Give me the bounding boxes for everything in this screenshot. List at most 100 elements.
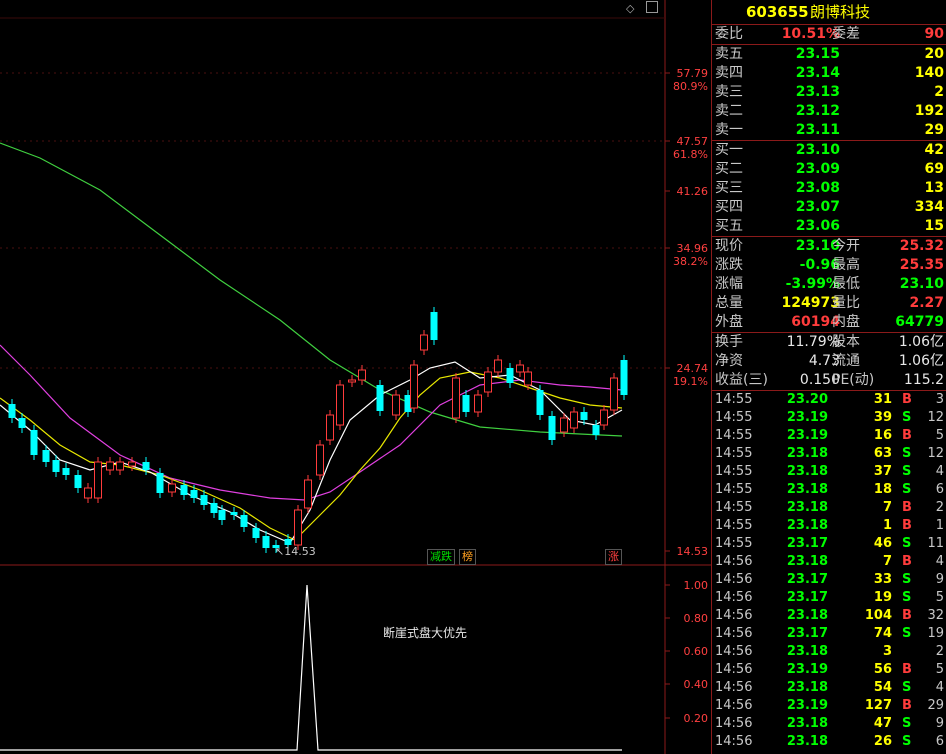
candle-body-up <box>524 371 532 386</box>
trade-count: 2 <box>935 500 944 515</box>
candle-body-up <box>474 394 482 413</box>
window-toggle-icon[interactable] <box>646 1 658 13</box>
trade-row: 14:56 23.18 54 S 4 <box>712 679 946 697</box>
trade-time: 14:55 <box>715 482 753 497</box>
trade-volume: 7 <box>882 500 892 515</box>
trade-side: S <box>902 572 912 587</box>
quote-label: 内盘 <box>832 314 860 330</box>
trade-side: B <box>902 608 912 623</box>
kline-chart[interactable]: 57.7980.9% 47.5761.8% 41.26 34.9638.2% 24.74… <box>0 0 711 754</box>
indicator-tick-label: 1.00 <box>684 579 709 592</box>
fundamental-label: 股本 <box>832 334 860 350</box>
fundamentals-block: 换手 11.79% 股本 1.06亿 净资 4.73 流通 1.06亿 收益(三) 0.150 PE… <box>712 332 946 390</box>
candle-body-up <box>116 461 124 471</box>
quote-value: 23.10 <box>899 276 944 292</box>
price-tick-label: 34.96 <box>677 242 709 255</box>
ask-volume: 192 <box>914 103 944 119</box>
trade-count: 12 <box>927 446 944 461</box>
fundamental-label: 换手 <box>715 334 743 350</box>
trade-volume: 46 <box>873 536 892 551</box>
bid-label: 买三 <box>715 180 743 196</box>
trade-time: 14:55 <box>715 392 753 407</box>
trade-count: 6 <box>935 734 944 749</box>
trade-ticker[interactable]: 14:55 23.20 31 B 3 14:55 23.19 39 S 12 14:55 23.19 1… <box>712 390 946 751</box>
fundamental-value: 1.06亿 <box>898 334 944 350</box>
candle-body-down <box>430 312 438 340</box>
candle-body-up <box>560 417 568 433</box>
trade-side: S <box>902 716 912 731</box>
candle-body-up <box>570 411 578 429</box>
indicator-tick-label: 0.80 <box>684 612 709 625</box>
trade-volume: 74 <box>873 626 892 641</box>
bid-book: 买一 23.10 42 买二 23.09 69 买三 23.08 13 买四 23.07 334… <box>712 140 946 236</box>
trade-time: 14:55 <box>715 464 753 479</box>
candle-body-down <box>548 416 556 440</box>
trade-time: 14:56 <box>715 734 753 749</box>
ask-price: 23.14 <box>795 65 840 81</box>
candle-body-down <box>42 450 50 462</box>
candle-body-up <box>128 461 136 467</box>
fundamental-value: 115.2 <box>903 372 944 388</box>
trade-time: 14:56 <box>715 590 753 605</box>
candle-body-up <box>392 394 400 416</box>
candle-body-up <box>600 409 608 426</box>
quote-block: 现价 23.10 今开 25.32 涨跌 -0.96 最高 25.35 涨幅 -3.99% 最低 23… <box>712 236 946 332</box>
candle-body-down <box>18 418 26 428</box>
trade-time: 14:56 <box>715 644 753 659</box>
trade-price: 23.18 <box>786 716 828 731</box>
quote-row: 总量 124973 量比 2.27 <box>712 294 946 313</box>
trade-price: 23.19 <box>786 428 828 443</box>
trade-row: 14:56 23.17 19 S 5 <box>712 589 946 607</box>
trade-row: 14:56 23.17 74 S 19 <box>712 625 946 643</box>
trade-time: 14:56 <box>715 680 753 695</box>
bid-price: 23.06 <box>795 218 840 234</box>
bid-label: 买二 <box>715 161 743 177</box>
candle-body-down <box>200 495 208 505</box>
trade-row: 14:56 23.18 104 B 32 <box>712 607 946 625</box>
ask-price: 23.15 <box>795 46 840 62</box>
trade-count: 11 <box>927 536 944 551</box>
quote-label: 量比 <box>832 295 860 311</box>
quote-label: 涨幅 <box>715 276 743 292</box>
trade-price: 23.19 <box>786 698 828 713</box>
candle-body-up <box>168 483 176 493</box>
trade-row: 14:55 23.18 7 B 2 <box>712 499 946 517</box>
trade-volume: 127 <box>864 698 892 713</box>
indicator-tick-label: 0.60 <box>684 645 709 658</box>
candle-body-down <box>8 404 16 418</box>
trade-side: S <box>902 590 912 605</box>
quote-label: 总量 <box>715 295 743 311</box>
candle-body-up <box>336 384 344 426</box>
trade-count: 4 <box>935 680 944 695</box>
trade-price: 23.18 <box>786 644 828 659</box>
price-tick-label: 47.57 <box>677 135 709 148</box>
candle-body-up <box>316 444 324 476</box>
indicator-tick-label: 0.40 <box>684 678 709 691</box>
kline-chart-area[interactable]: 57.79 80.9% 47.57 61.8% 41.26 34.96 38.2% 24.74… <box>0 0 711 754</box>
ask-volume: 20 <box>924 46 944 62</box>
trade-time: 14:56 <box>715 554 753 569</box>
ma-yellow-line <box>0 371 623 541</box>
bid-label: 买四 <box>715 199 743 215</box>
trade-row: 14:56 23.18 47 S 9 <box>712 715 946 733</box>
bid-volume: 13 <box>924 180 944 196</box>
diamond-icon[interactable]: ◇ <box>626 2 634 15</box>
bid-label: 买一 <box>715 142 743 158</box>
bid-price: 23.09 <box>795 161 840 177</box>
candle-body-down <box>462 395 470 412</box>
candle-body-up <box>484 371 492 393</box>
stock-code: 603655 <box>746 3 809 21</box>
trade-price: 23.18 <box>786 518 828 533</box>
trade-count: 6 <box>935 482 944 497</box>
trade-volume: 3 <box>882 644 892 659</box>
quote-label: 现价 <box>715 238 743 254</box>
trade-count: 3 <box>935 392 944 407</box>
candle-body-down <box>62 468 70 475</box>
quote-value: 2.27 <box>909 295 944 311</box>
trade-row: 14:55 23.19 16 B 5 <box>712 427 946 445</box>
diff-value: 90 <box>924 26 944 42</box>
candle-body-up <box>420 334 428 351</box>
candle-body-up <box>610 377 618 411</box>
ask-label: 卖二 <box>715 103 743 119</box>
quote-label: 今开 <box>832 238 860 254</box>
